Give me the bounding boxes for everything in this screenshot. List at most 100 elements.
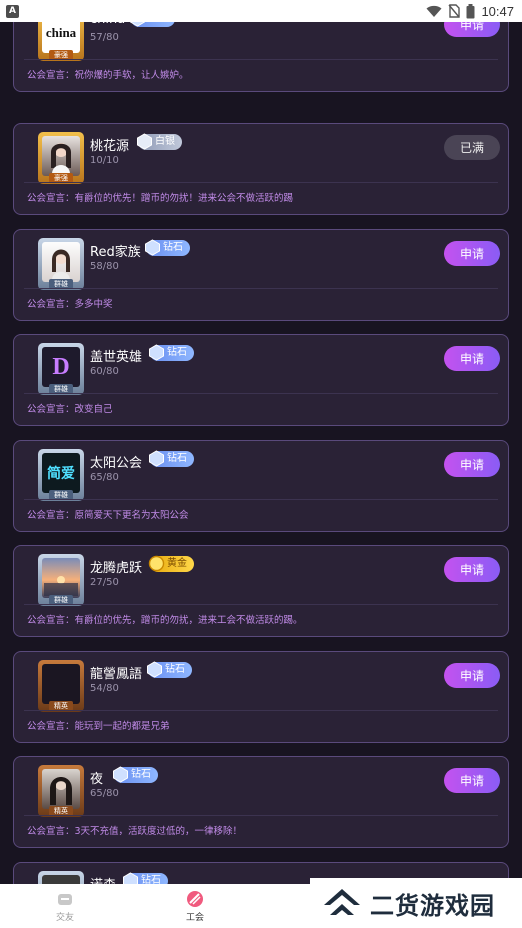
apply-button[interactable]: 申请 [444,452,500,477]
declaration-text: 有爵位的优先，蹭币的勿扰，进来工会不做活跃的踢。 [74,615,303,626]
guild-name: 太阳公会 [90,456,143,471]
level-label: 钻石 [141,875,161,884]
avatar-logo-text: 简爱 [47,466,75,482]
apply-button[interactable]: 申请 [444,241,500,266]
portrait-photo [50,777,72,805]
divider [24,815,498,816]
level-badge: 钻石 [149,344,194,361]
guild-declaration: 公会宣言：有爵位的优先！蹭币的勿扰！进来公会不做活跃的踢 [27,190,293,204]
guild-avatar: 精英 [38,765,84,817]
level-label: 钻石 [131,769,151,780]
declaration-label: 公会宣言： [27,70,75,81]
diamond-gem-icon [147,661,162,678]
level-badge: 钻石 [147,661,192,678]
declaration-label: 公会宣言： [27,615,75,626]
member-count: 58/80 [90,261,119,272]
level-badge: 黄金 [148,555,194,572]
no-sim-icon [448,4,461,18]
guild-name: china [90,22,125,27]
guild-avatar: 群雄 [38,238,84,290]
member-count: 60/80 [90,366,119,377]
guild-icon [187,890,203,907]
declaration-text: 祝你爆的手软，让人嫉妒。 [74,70,189,81]
tab-guild[interactable]: 工会 [130,884,260,928]
level-label: 钻石 [163,242,183,253]
declaration-label: 公会宣言： [27,826,75,837]
guild-name: 龙腾虎跃 [90,561,143,576]
guild-declaration: 公会宣言：有爵位的优先，蹭币的勿扰，进来工会不做活跃的踢。 [27,612,303,626]
declaration-label: 公会宣言： [27,510,75,521]
tab-label: 工会 [185,912,204,923]
guild-declaration: 公会宣言：多多中奖 [27,296,113,310]
guild-card[interactable]: china 豪强 china 钻石 57/80 申请 公会宣言：祝你爆的手软，让… [13,22,509,92]
app-notification-icon: A [6,4,19,18]
guild-declaration: 公会宣言：能玩到一起的都是兄弟 [27,718,170,732]
level-badge: 钻石 [145,239,190,256]
guild-card[interactable]: 精英 夜 钻石 65/80 申请 公会宣言：3天不充值，活跃度过低的，一律移除！ [13,756,509,848]
divider [24,59,498,60]
divider [24,182,498,183]
level-label: 白银 [155,136,175,147]
guild-card[interactable]: 简爱 群雄 太阳公会 钻石 65/80 申请 公会宣言：原简爱天下更名为太阳公会 [13,440,509,532]
diamond-gem-icon [149,344,164,361]
watermark-text: 二货游戏园 [370,891,495,920]
member-count: 65/80 [90,788,119,799]
level-badge: 钻石 [149,450,194,467]
guild-card[interactable]: 精英 龍謍鳳語 钻石 54/80 申请 公会宣言：能玩到一起的都是兄弟 [13,651,509,743]
declaration-text: 能玩到一起的都是兄弟 [74,721,170,732]
level-badge: 钻石 [113,766,158,783]
guild-card[interactable]: 群雄 Red家族 钻石 58/80 申请 公会宣言：多多中奖 [13,229,509,321]
guild-avatar: 群雄 [38,554,84,606]
silver-gem-icon [137,133,152,150]
guild-avatar: 简爱 群雄 [38,449,84,501]
declaration-label: 公会宣言： [27,721,75,732]
declaration-text: 有爵位的优先！蹭币的勿扰！进来公会不做活跃的踢 [74,193,294,204]
level-label: 钻石 [165,664,185,675]
divider [24,604,498,605]
friends-icon [58,893,72,905]
portrait-photo [52,249,70,280]
guild-list[interactable]: china 豪强 china 钻石 57/80 申请 公会宣言：祝你爆的手软，让… [0,22,522,884]
guild-card[interactable]: 豪强 桃花源 白银 10/10 已满 公会宣言：有爵位的优先！蹭币的勿扰！进来公… [13,123,509,215]
diamond-gem-icon [145,239,160,256]
divider [24,393,498,394]
full-button[interactable]: 已满 [444,135,500,160]
apply-button[interactable]: 申请 [444,663,500,688]
level-label: 钻石 [148,22,168,24]
guild-declaration: 公会宣言：祝你爆的手软，让人嫉妒。 [27,67,189,81]
status-bar: A 10:47 [0,0,522,22]
apply-button[interactable]: 申请 [444,22,500,37]
guild-card[interactable]: D 群雄 盖世英雄 钻石 60/80 申请 公会宣言：改变自己 [13,334,509,426]
level-label: 钻石 [167,347,187,358]
gold-coin-icon [148,555,165,572]
apply-button[interactable]: 申请 [444,557,500,582]
apply-button[interactable]: 申请 [444,768,500,793]
apply-button[interactable]: 申请 [444,346,500,371]
battery-icon [466,3,475,18]
guild-avatar: 精英 [38,660,84,712]
guild-avatar: 豪强 [38,132,84,184]
guild-card[interactable]: 群雄 龙腾虎跃 黄金 27/50 申请 公会宣言：有爵位的优先，蹭币的勿扰，进来… [13,545,509,637]
guild-avatar: D 群雄 [38,343,84,395]
diamond-gem-icon [149,450,164,467]
tab-friends[interactable]: 交友 [0,884,130,928]
member-count: 10/10 [90,155,119,166]
divider [24,288,498,289]
divider [24,710,498,711]
sunset-photo [44,576,78,596]
member-count: 54/80 [90,683,119,694]
level-label: 钻石 [167,453,187,464]
guild-name: 盖世英雄 [90,350,143,365]
guild-name: 龍謍鳳語 [90,667,143,682]
wifi-icon [426,5,442,17]
declaration-text: 原简爱天下更名为太阳公会 [74,510,189,521]
portrait-photo [51,143,71,174]
watermark-logo-icon [324,889,360,915]
divider [24,499,498,500]
declaration-label: 公会宣言： [27,299,75,310]
declaration-text: 多多中奖 [74,299,113,310]
guild-declaration: 公会宣言：3天不充值，活跃度过低的，一律移除！ [27,823,242,837]
declaration-text: 3天不充值，活跃度过低的，一律移除！ [74,826,243,837]
diamond-gem-icon [113,766,128,783]
guild-name: 夜 [90,772,104,787]
